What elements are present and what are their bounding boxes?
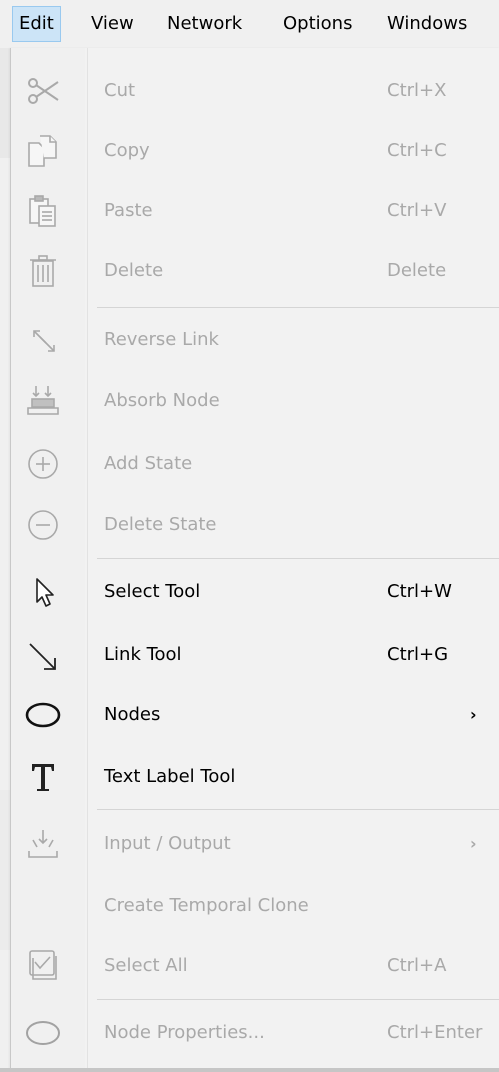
menu-item-shortcut: Ctrl+X	[387, 80, 447, 101]
menu-item-label: Absorb Node	[104, 390, 220, 411]
menu-item-copy[interactable]: Copy Ctrl+C	[11, 121, 499, 181]
reverse-link-icon	[25, 322, 61, 358]
menu-item-label: Link Tool	[104, 644, 182, 665]
window-bottom-edge	[0, 1068, 499, 1072]
menu-item-label: Paste	[104, 200, 153, 221]
menu-item-shortcut: Ctrl+C	[387, 140, 447, 161]
ellipse-node-icon	[25, 697, 61, 733]
cursor-arrow-icon	[25, 574, 61, 610]
menu-item-nodes[interactable]: Nodes ›	[11, 685, 499, 745]
menu-item-label: Nodes	[104, 704, 161, 725]
menu-item-cut[interactable]: Cut Ctrl+X	[11, 61, 499, 121]
menu-item-text-label-tool[interactable]: Text Label Tool	[11, 747, 499, 807]
menu-item-label: Reverse Link	[104, 329, 219, 350]
menu-item-label: Select Tool	[104, 581, 201, 602]
node-properties-ellipse-icon	[25, 1015, 61, 1051]
menu-item-add-state[interactable]: Add State	[11, 434, 499, 494]
menu-item-label: Cut	[104, 80, 136, 101]
menu-item-delete-state[interactable]: Delete State	[11, 495, 499, 555]
menubar-options[interactable]: Options	[276, 7, 359, 41]
submenu-arrow-icon: ›	[470, 705, 477, 724]
menu-item-link-tool[interactable]: Link Tool Ctrl+G	[11, 625, 499, 685]
input-output-icon	[25, 826, 61, 862]
menu-item-label: Select All	[104, 955, 188, 976]
menu-item-input-output[interactable]: Input / Output ›	[11, 814, 499, 874]
menu-item-label: Delete State	[104, 514, 217, 535]
menu-item-shortcut: Ctrl+V	[387, 200, 447, 221]
menu-item-shortcut: Ctrl+Enter	[387, 1022, 483, 1043]
menu-item-paste[interactable]: Paste Ctrl+V	[11, 181, 499, 241]
menu-item-shortcut: Ctrl+W	[387, 581, 452, 602]
menu-separator	[97, 307, 499, 308]
menu-item-select-all[interactable]: Select All Ctrl+A	[11, 936, 499, 996]
menu-item-label: Input / Output	[104, 833, 231, 854]
menu-item-shortcut: Ctrl+A	[387, 955, 447, 976]
menubar-edit[interactable]: Edit	[12, 6, 61, 42]
menu-separator	[97, 558, 499, 559]
minus-circle-icon	[25, 507, 61, 543]
menu-item-create-temporal-clone[interactable]: Create Temporal Clone	[11, 876, 499, 936]
link-arrow-icon	[25, 637, 61, 673]
menu-item-select-tool[interactable]: Select Tool Ctrl+W	[11, 562, 499, 622]
menu-item-label: Delete	[104, 260, 164, 281]
copy-icon	[25, 133, 61, 169]
scissors-icon	[25, 73, 61, 109]
menu-item-label: Create Temporal Clone	[104, 895, 309, 916]
menubar: Edit View Network Options Windows	[0, 0, 499, 48]
menubar-network[interactable]: Network	[160, 7, 249, 41]
trash-icon	[25, 253, 61, 289]
menu-item-label: Copy	[104, 140, 150, 161]
menu-item-shortcut: Ctrl+G	[387, 644, 449, 665]
menu-separator	[97, 809, 499, 810]
select-all-checkbox-icon	[25, 948, 61, 984]
submenu-arrow-icon: ›	[470, 834, 477, 853]
menubar-view[interactable]: View	[84, 7, 141, 41]
menu-item-node-properties[interactable]: Node Properties... Ctrl+Enter	[11, 1003, 499, 1063]
plus-circle-icon	[25, 446, 61, 482]
menu-separator	[97, 999, 499, 1000]
menu-item-label: Node Properties...	[104, 1022, 265, 1043]
menu-item-absorb-node[interactable]: Absorb Node	[11, 371, 499, 431]
menu-item-shortcut: Delete	[387, 260, 447, 281]
paste-icon	[25, 193, 61, 229]
menu-item-label: Text Label Tool	[104, 766, 236, 787]
menubar-windows[interactable]: Windows	[380, 7, 474, 41]
menu-item-label: Add State	[104, 453, 193, 474]
menu-item-delete[interactable]: Delete Delete	[11, 241, 499, 301]
text-t-icon	[25, 759, 61, 795]
menu-item-reverse-link[interactable]: Reverse Link	[11, 310, 499, 370]
edit-menu: Cut Ctrl+X Copy Ctrl+C Paste Ctrl+V Dele…	[10, 48, 499, 1072]
absorb-node-icon	[25, 383, 61, 419]
